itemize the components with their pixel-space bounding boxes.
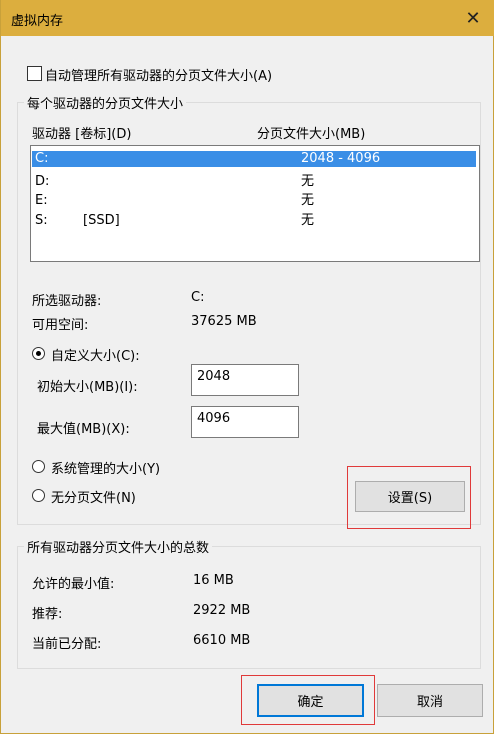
close-icon[interactable]: ✕	[451, 0, 494, 36]
drive-row-c[interactable]: C: 2048 - 4096	[32, 151, 476, 167]
selected-drive-label: 所选驱动器:	[32, 294, 102, 309]
drive-letter: E:	[35, 193, 48, 208]
ok-button[interactable]: 确定	[257, 684, 364, 717]
no-paging-radio[interactable]	[32, 489, 45, 502]
initial-size-label: 初始大小(MB)(I):	[37, 380, 138, 395]
drive-row-d[interactable]: D: 无	[32, 174, 476, 190]
per-drive-group-legend: 每个驱动器的分页文件大小	[27, 97, 184, 112]
cancel-button[interactable]: 取消	[377, 684, 483, 717]
custom-size-radio[interactable]	[32, 347, 45, 360]
drive-volume-label: [SSD]	[83, 213, 120, 228]
drive-letter: D:	[35, 174, 50, 189]
no-paging-label[interactable]: 无分页文件(N)	[51, 487, 136, 506]
drive-paging-size: 无	[301, 193, 315, 208]
selected-drive-value: C:	[191, 290, 205, 305]
virtual-memory-dialog: 虚拟内存 ✕ 自动管理所有驱动器的分页文件大小(A) 每个驱动器的分页文件大小 …	[0, 0, 494, 734]
currently-allocated-value: 6610 MB	[193, 633, 251, 648]
max-size-input[interactable]: 4096	[191, 406, 299, 438]
free-space-value: 37625 MB	[191, 314, 257, 329]
drive-list[interactable]: C: 2048 - 4096 D: 无 E: 无 S: [SSD] 无	[30, 145, 480, 262]
system-managed-label[interactable]: 系统管理的大小(Y)	[51, 458, 160, 477]
free-space-label: 可用空间:	[32, 318, 89, 333]
set-button[interactable]: 设置(S)	[355, 481, 465, 512]
min-size-label: 允许的最小值:	[32, 577, 115, 592]
recommended-label: 推荐:	[32, 607, 63, 622]
drive-row-e[interactable]: E: 无	[32, 193, 476, 209]
totals-group-legend: 所有驱动器分页文件大小的总数	[27, 541, 210, 556]
title-bar[interactable]: 虚拟内存 ✕	[1, 0, 494, 36]
column-header-drive: 驱动器 [卷标](D)	[32, 127, 132, 142]
min-size-value: 16 MB	[193, 573, 234, 588]
column-header-size: 分页文件大小(MB)	[257, 127, 366, 142]
initial-size-input[interactable]: 2048	[191, 364, 299, 396]
custom-size-label[interactable]: 自定义大小(C):	[51, 345, 140, 364]
drive-paging-size: 2048 - 4096	[301, 151, 381, 166]
recommended-value: 2922 MB	[193, 603, 251, 618]
currently-allocated-label: 当前已分配:	[32, 637, 102, 652]
auto-manage-checkbox[interactable]	[27, 66, 42, 81]
window-title: 虚拟内存	[11, 14, 64, 29]
drive-letter: C:	[35, 151, 49, 166]
drive-paging-size: 无	[301, 174, 315, 189]
max-size-label: 最大值(MB)(X):	[37, 422, 130, 437]
auto-manage-label[interactable]: 自动管理所有驱动器的分页文件大小(A)	[45, 65, 272, 84]
drive-paging-size: 无	[301, 213, 315, 228]
system-managed-radio[interactable]	[32, 460, 45, 473]
drive-letter: S:	[35, 213, 48, 228]
drive-row-s[interactable]: S: [SSD] 无	[32, 213, 476, 229]
